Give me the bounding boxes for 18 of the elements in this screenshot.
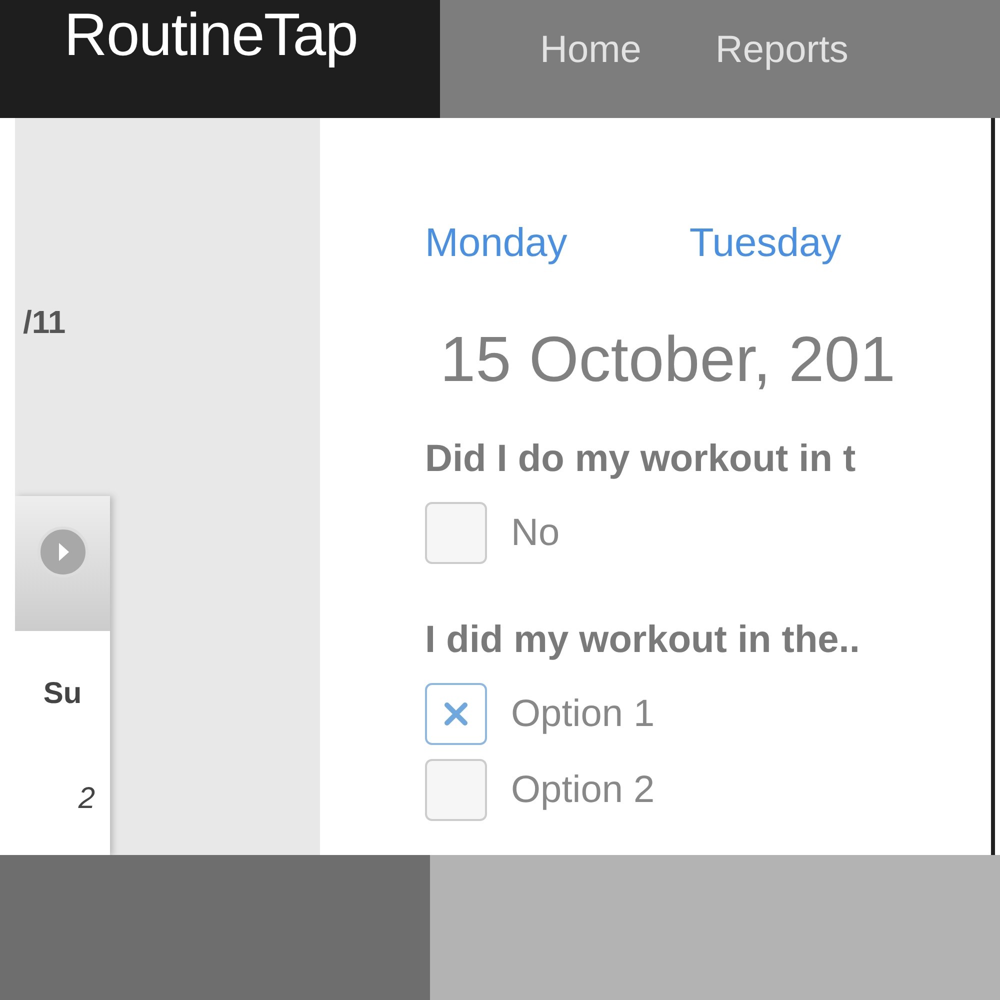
day-link[interactable]: Monday <box>425 213 568 273</box>
day-link[interactable]: Tuesday <box>689 213 842 273</box>
date-heading: 15 October, 201 <box>440 322 896 397</box>
date-range: /11 <box>23 303 66 342</box>
option-label: Option 1 <box>511 692 655 736</box>
checkbox[interactable] <box>425 683 487 745</box>
weekday-label: Su <box>43 676 82 712</box>
checkbox[interactable] <box>425 759 487 821</box>
question-label: I did my workout in the.. <box>425 618 861 663</box>
calendar-day[interactable]: 2 <box>15 776 110 821</box>
option-label: Option 2 <box>511 768 655 812</box>
option-label: No <box>511 510 560 556</box>
x-mark-icon <box>443 701 469 727</box>
nav-link[interactable]: Reports <box>715 22 848 79</box>
checkbox[interactable] <box>425 502 487 564</box>
question-label: Did I do my workout in t <box>425 437 857 482</box>
brand-logo[interactable]: RoutineTap <box>0 0 440 118</box>
nav-link[interactable]: Home <box>540 22 642 79</box>
